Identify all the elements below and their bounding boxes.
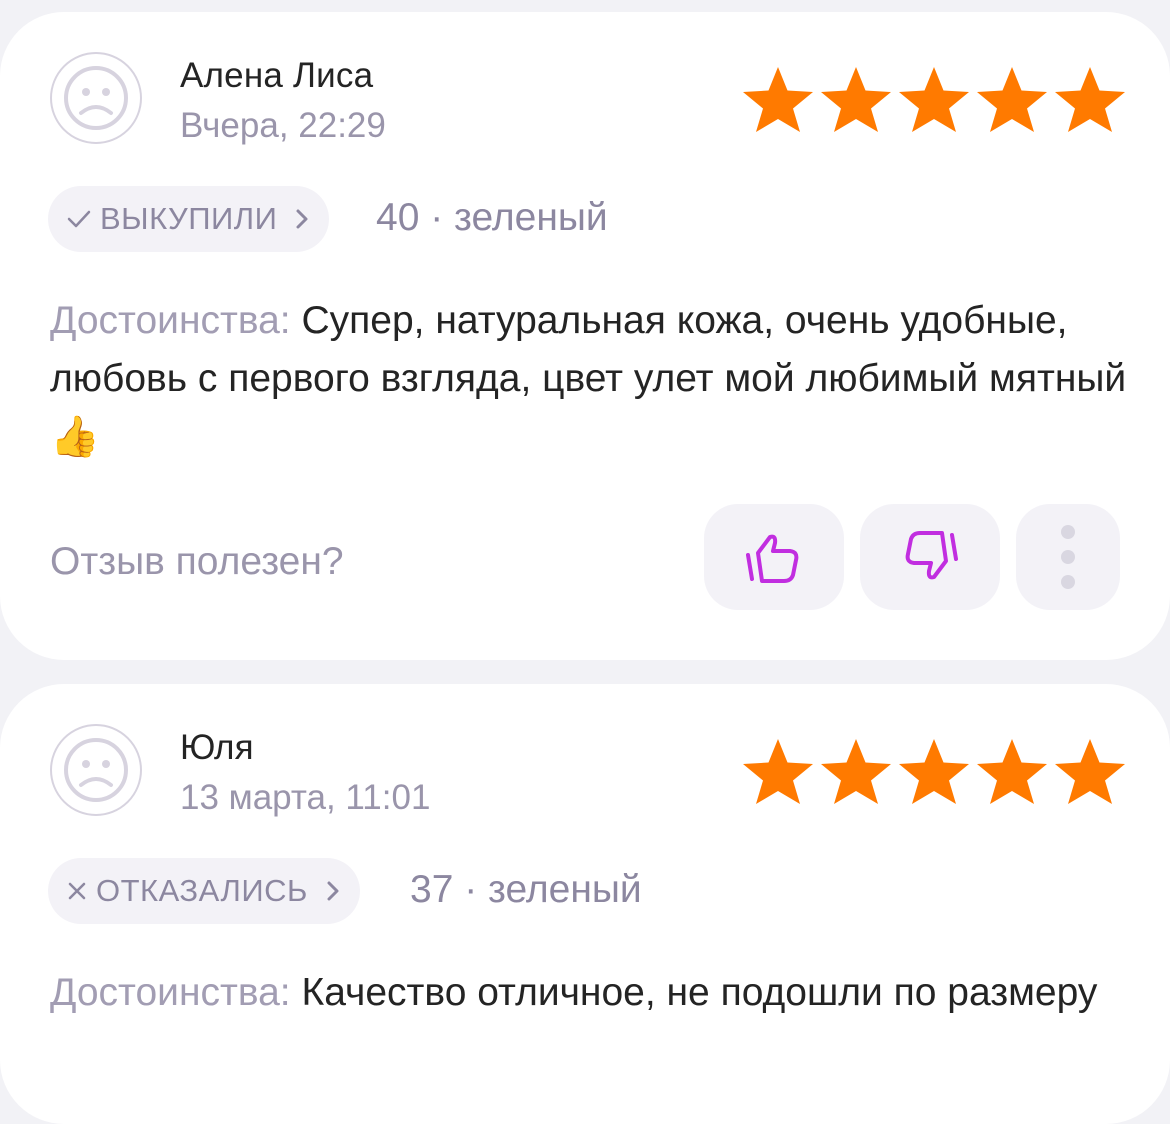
thumb-up-icon bbox=[746, 534, 799, 583]
pros-text: Качество отличное, не подошли по размеру bbox=[301, 971, 1098, 1014]
rating-stars bbox=[740, 736, 1128, 806]
thumb-down-icon bbox=[905, 531, 958, 580]
status-text: ОТКАЗАЛИСЬ bbox=[96, 873, 308, 908]
author-name: Юля bbox=[180, 728, 254, 767]
more-vertical-icon bbox=[1061, 525, 1075, 589]
helpful-prompt: Отзыв полезен? bbox=[50, 540, 344, 583]
star-icon bbox=[899, 739, 969, 804]
check-icon bbox=[67, 210, 91, 228]
chevron-right-icon bbox=[327, 881, 339, 901]
star-icon bbox=[1055, 67, 1125, 132]
rating-stars bbox=[740, 64, 1128, 134]
review-date: Вчера, 22:29 bbox=[180, 106, 386, 145]
star-icon bbox=[977, 739, 1047, 804]
pros-label: Достоинства: bbox=[50, 299, 291, 342]
star-icon bbox=[1055, 739, 1125, 804]
thumbs-up-emoji: 👍 bbox=[50, 415, 100, 459]
review-card: Юля 13 марта, 11:01 ОТКАЗАЛИСЬ 37 · зеле… bbox=[0, 684, 1170, 1124]
author-name: Алена Лиса bbox=[180, 56, 374, 95]
purchase-status-badge[interactable]: ВЫКУПИЛИ bbox=[48, 186, 330, 252]
star-icon bbox=[977, 67, 1047, 132]
avatar bbox=[50, 724, 142, 816]
pros-label: Достоинства: bbox=[50, 971, 291, 1014]
cross-icon bbox=[68, 882, 86, 900]
sad-face-icon bbox=[64, 66, 128, 130]
chevron-right-icon bbox=[296, 209, 308, 229]
review-text: Достоинства: Супер, натуральная кожа, оч… bbox=[50, 292, 1130, 467]
review-text: Достоинства: Качество отличное, не подош… bbox=[50, 964, 1130, 1022]
star-icon bbox=[821, 67, 891, 132]
like-button[interactable] bbox=[704, 504, 844, 610]
star-icon bbox=[743, 739, 813, 804]
review-date: 13 марта, 11:01 bbox=[180, 778, 431, 817]
more-options-button[interactable] bbox=[1016, 504, 1120, 610]
star-icon bbox=[743, 67, 813, 132]
review-card: Алена Лиса Вчера, 22:29 ВЫКУПИЛИ 40 · зе… bbox=[0, 12, 1170, 660]
star-icon bbox=[821, 739, 891, 804]
purchase-status-badge[interactable]: ОТКАЗАЛИСЬ bbox=[48, 858, 360, 924]
dislike-button[interactable] bbox=[860, 504, 1000, 610]
status-text: ВЫКУПИЛИ bbox=[100, 201, 278, 236]
sad-face-icon bbox=[64, 738, 128, 802]
star-icon bbox=[899, 67, 969, 132]
variant-info: 40 · зеленый bbox=[376, 196, 608, 239]
avatar bbox=[50, 52, 142, 144]
variant-info: 37 · зеленый bbox=[410, 868, 642, 911]
